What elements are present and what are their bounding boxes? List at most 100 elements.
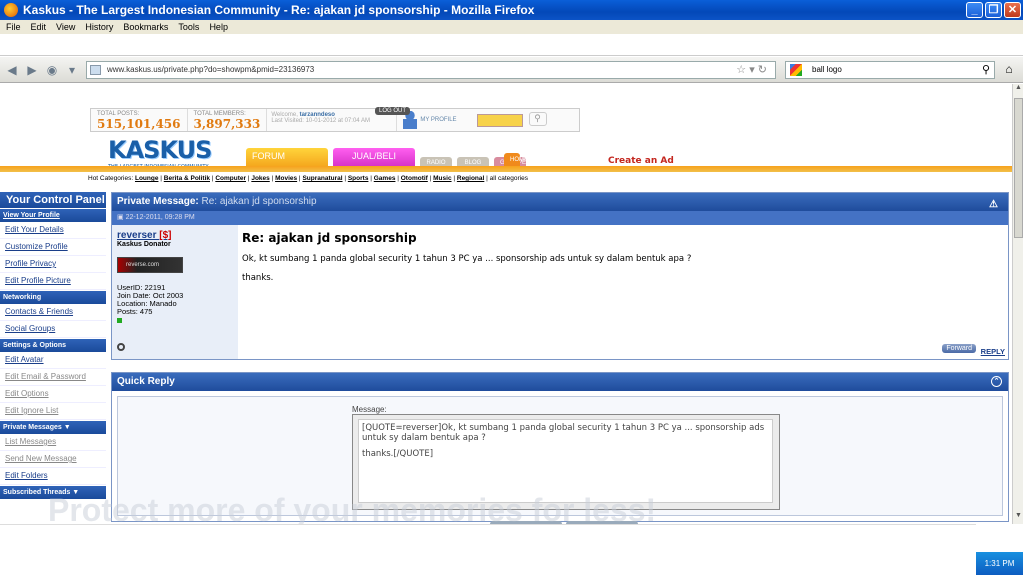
tab-jual-beli[interactable]: JUAL/BELI	[333, 148, 415, 168]
menu-tools[interactable]: Tools	[178, 22, 199, 32]
message-text: thanks.	[242, 273, 274, 283]
category-link[interactable]: Otomotif	[401, 175, 428, 182]
scroll-down-icon[interactable]: ▼	[1013, 512, 1023, 524]
control-panel: Your Control Panel View Your Profile Edi…	[0, 192, 106, 524]
tab-forum[interactable]: FORUM	[246, 148, 328, 168]
category-link[interactable]: Computer	[215, 175, 246, 182]
view-profile-link[interactable]: View Your Profile	[0, 209, 106, 222]
sender-name[interactable]: reverser [$]	[117, 230, 233, 241]
create-ad-link[interactable]: Create an Ad	[608, 156, 674, 166]
restore-button[interactable]: ❐	[985, 2, 1002, 18]
all-categories-link[interactable]: all categories	[490, 175, 528, 182]
minimize-button[interactable]: _	[966, 2, 983, 18]
reply-button[interactable]: REPLY	[981, 347, 1005, 356]
hot-label: Hot Categories:	[88, 175, 134, 182]
menu-file[interactable]: File	[6, 22, 21, 32]
sidebar-item[interactable]: Send New Message	[0, 451, 106, 468]
collapse-icon[interactable]: ⌃	[991, 376, 1002, 387]
logo-text: KASKUS	[108, 136, 212, 164]
logout-button[interactable]: LOG OUT	[375, 107, 411, 115]
back-icon[interactable]: ◀	[4, 62, 20, 78]
sidebar-item[interactable]: Edit Ignore List	[0, 403, 106, 420]
sender-rank: Kaskus Donator	[117, 241, 171, 248]
category-link[interactable]: Music	[433, 175, 451, 182]
private-messages-header[interactable]: Private Messages ▼	[0, 421, 106, 434]
sidebar-item[interactable]: List Messages	[0, 434, 106, 451]
url-text: www.kaskus.us/private.php?do=showpm&pmid…	[107, 65, 315, 74]
menu-help[interactable]: Help	[209, 22, 228, 32]
site-search-icon[interactable]: ⚲	[528, 112, 547, 126]
watermark-logo: photobucket	[300, 302, 575, 351]
my-profile-label: MY PROFILE	[420, 117, 457, 123]
category-link[interactable]: Movies	[275, 175, 297, 182]
category-link[interactable]: Lounge	[135, 175, 158, 182]
home-icon[interactable]: ⌂	[1001, 62, 1017, 78]
forward-icon[interactable]: ▶	[24, 62, 40, 78]
google-icon	[790, 64, 802, 76]
hot-categories: Hot Categories: Lounge | Berita & Politi…	[88, 175, 528, 182]
taskbar-clock: 1:31 PM	[976, 552, 1023, 575]
url-bar[interactable]: www.kaskus.us/private.php?do=showpm&pmid…	[86, 61, 776, 79]
category-link[interactable]: Jokes	[251, 175, 269, 182]
scroll-thumb[interactable]	[1014, 98, 1023, 238]
close-button[interactable]: ✕	[1004, 2, 1021, 18]
search-value: ball logo	[812, 65, 842, 74]
message-label: Message:	[352, 405, 387, 414]
networking-header: Networking	[0, 291, 106, 304]
sidebar-item[interactable]: Edit Your Details	[0, 222, 106, 239]
forward-button[interactable]: Forward	[942, 344, 976, 353]
category-link[interactable]: Berita & Politik	[164, 175, 210, 182]
tab-home[interactable]: HOME	[504, 153, 528, 167]
status-dot-icon	[117, 343, 125, 351]
pm-header-subject: Re: ajakan jd sponsorship	[201, 196, 317, 207]
settings-header: Settings & Options	[0, 339, 106, 352]
window-title: Kaskus - The Largest Indonesian Communit…	[23, 3, 535, 17]
category-link[interactable]: Sports	[348, 175, 369, 182]
scroll-up-icon[interactable]: ▲	[1013, 84, 1023, 96]
report-icon[interactable]: ⚠	[989, 196, 998, 214]
menu-edit[interactable]: Edit	[31, 22, 47, 32]
online-status-icon	[117, 318, 122, 323]
quick-reply-title: Quick Reply	[117, 376, 175, 387]
pm-header-label: Private Message:	[117, 196, 199, 207]
sender-avatar: reverse.com	[117, 257, 183, 273]
sidebar-item[interactable]: Edit Email & Password	[0, 369, 106, 386]
message-textarea[interactable]: [QUOTE=reverser]Ok, kt sumbang 1 panda g…	[358, 419, 773, 503]
stop-icon[interactable]: ◉	[44, 62, 60, 78]
last-visited: Last Visited: 10-01-2012 at 07:04 AM	[271, 118, 370, 124]
sidebar-item[interactable]: Social Groups	[0, 321, 106, 338]
search-icon[interactable]: ⚲	[982, 62, 990, 78]
category-link[interactable]: Regional	[457, 175, 484, 182]
category-link[interactable]: Supranatural	[302, 175, 342, 182]
members-count: 3,897,333	[193, 117, 261, 131]
sender-username[interactable]: reverser	[117, 230, 156, 241]
kaskus-logo[interactable]: KASKUSTHE LARGEST INDONESIAN COMMUNITY	[108, 136, 212, 170]
textarea-quote-end: thanks.[/QUOTE]	[362, 449, 434, 459]
sidebar-item[interactable]: Customize Profile	[0, 239, 106, 256]
blank-overlay	[0, 524, 976, 575]
bookmark-star-icon[interactable]: ☆ ▾ ↻	[736, 62, 767, 78]
posts-count: 515,101,456	[97, 117, 181, 131]
site-favicon	[90, 65, 101, 75]
sidebar-item[interactable]: Profile Privacy	[0, 256, 106, 273]
site-tabs: HOME FORUM JUAL/BELI RADIO BLOG GROUPEE	[246, 148, 530, 168]
sidebar-item[interactable]: Contacts & Friends	[0, 304, 106, 321]
textarea-quote: [QUOTE=reverser]Ok, kt sumbang 1 panda g…	[362, 423, 765, 443]
sender-posts: Posts: 475	[117, 307, 153, 316]
category-link[interactable]: Games	[374, 175, 396, 182]
search-input[interactable]: ball logo ⚲	[785, 61, 995, 79]
menu-bookmarks[interactable]: Bookmarks	[123, 22, 168, 32]
page-scrollbar[interactable]: ▲ ▼	[1012, 84, 1023, 524]
menu-history[interactable]: History	[85, 22, 113, 32]
donator-badge: [$]	[159, 230, 172, 241]
dropdown-icon[interactable]: ▾	[64, 62, 80, 78]
page-content: TOTAL POSTS: 515,101,456 TOTAL MEMBERS: 3,…	[0, 84, 1012, 524]
menu-view[interactable]: View	[56, 22, 75, 32]
site-search-input[interactable]	[476, 114, 523, 127]
site-stats: TOTAL POSTS: 515,101,456 TOTAL MEMBERS: 3,…	[90, 107, 580, 132]
sidebar-item[interactable]: Edit Options	[0, 386, 106, 403]
navigation-bar: ◀ ▶ ◉ ▾ www.kaskus.us/private.php?do=sho…	[0, 57, 1023, 83]
sidebar-item[interactable]: Edit Folders	[0, 468, 106, 485]
sidebar-item[interactable]: Edit Profile Picture	[0, 273, 106, 290]
sidebar-item[interactable]: Edit Avatar	[0, 352, 106, 369]
